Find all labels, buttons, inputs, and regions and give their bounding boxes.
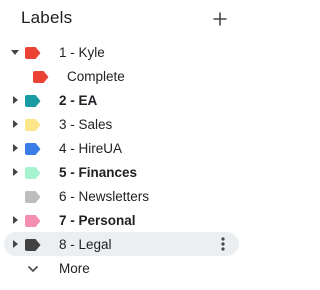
- label-name: 7 - Personal: [59, 213, 136, 228]
- caret-right-icon[interactable]: [11, 168, 19, 176]
- label-item[interactable]: Complete: [0, 64, 245, 88]
- label-item[interactable]: 4 - HireUA: [0, 136, 245, 160]
- label-name: 2 - EA: [59, 93, 98, 108]
- label-tag-icon: [25, 166, 41, 179]
- label-tag-icon: [25, 214, 41, 227]
- label-name: Complete: [67, 69, 125, 84]
- label-tag-icon: [25, 142, 41, 155]
- caret-right-icon[interactable]: [11, 120, 19, 128]
- label-name: 8 - Legal: [59, 237, 112, 252]
- label-name: 1 - Kyle: [59, 45, 105, 60]
- more-label: More: [59, 261, 90, 276]
- label-tag-icon: [25, 118, 41, 131]
- label-tag-icon: [25, 46, 41, 59]
- label-name: 5 - Finances: [59, 165, 138, 180]
- label-name: 3 - Sales: [59, 117, 113, 132]
- label-tag-icon: [25, 238, 41, 251]
- label-tag-icon: [25, 190, 41, 203]
- label-item[interactable]: 6 - Newsletters: [0, 184, 245, 208]
- label-name: 6 - Newsletters: [59, 189, 150, 204]
- label-item[interactable]: 8 - Legal: [0, 232, 245, 256]
- label-item[interactable]: 7 - Personal: [0, 208, 245, 232]
- label-name: 4 - HireUA: [59, 141, 123, 156]
- more-options-icon[interactable]: [219, 236, 227, 252]
- label-tag-icon: [25, 94, 41, 107]
- plus-icon: [213, 12, 227, 26]
- label-item[interactable]: 5 - Finances: [0, 160, 245, 184]
- label-item[interactable]: 1 - Kyle: [0, 40, 245, 64]
- caret-down-icon[interactable]: [11, 48, 19, 56]
- labels-title: Labels: [21, 8, 73, 27]
- caret-right-icon[interactable]: [11, 144, 19, 152]
- more-button[interactable]: More: [0, 256, 245, 280]
- caret-right-icon[interactable]: [11, 216, 19, 224]
- caret-right-icon[interactable]: [11, 96, 19, 104]
- label-tag-icon: [33, 70, 49, 83]
- label-list: 1 - Kyle Complete 2 - EA 3 - Sales 4 - HireU…: [0, 40, 245, 280]
- label-item[interactable]: 2 - EA: [0, 88, 245, 112]
- labels-header: Labels: [0, 0, 245, 38]
- chevron-down-icon: [27, 262, 39, 274]
- caret-right-icon[interactable]: [11, 240, 19, 248]
- label-item[interactable]: 3 - Sales: [0, 112, 245, 136]
- create-label-button[interactable]: [210, 9, 230, 29]
